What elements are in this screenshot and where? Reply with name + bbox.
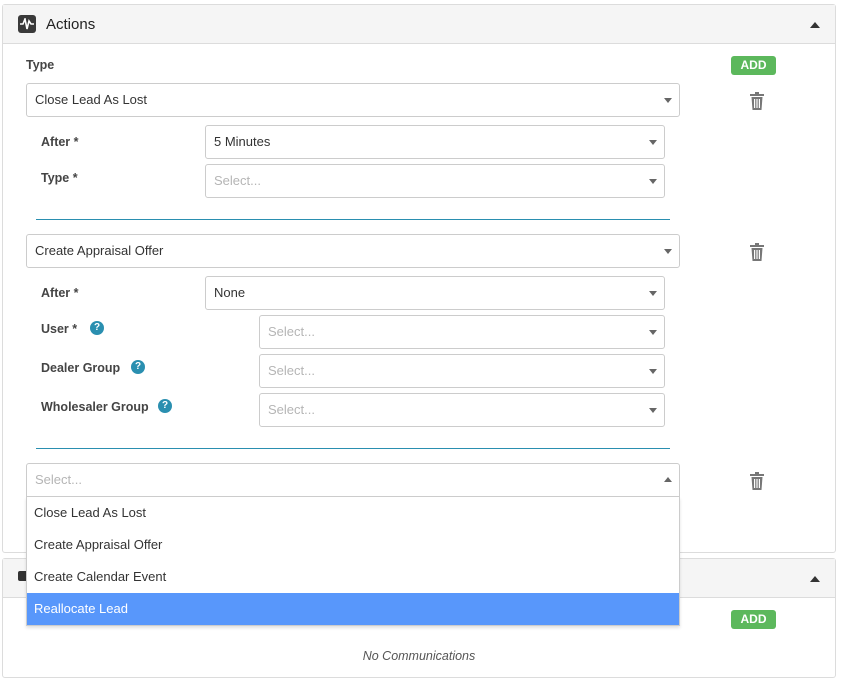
caret-down-icon (649, 330, 657, 335)
dropdown-option-create-appraisal[interactable]: Create Appraisal Offer (27, 529, 679, 561)
action-type-select-2[interactable]: Create Appraisal Offer (26, 234, 680, 268)
no-communications-text: No Communications (362, 649, 476, 663)
wholesaler-group-label: Wholesaler Group (41, 400, 149, 414)
actions-panel-header[interactable]: Actions (3, 5, 835, 44)
after-label: After * (41, 135, 79, 149)
action-type-dropdown: Close Lead As Lost Create Appraisal Offe… (26, 497, 680, 626)
caret-down-icon (649, 140, 657, 145)
activity-icon (18, 15, 36, 33)
action-type-select-1[interactable]: Close Lead As Lost (26, 83, 680, 117)
action-type-value: Create Appraisal Offer (35, 243, 164, 258)
wholesaler-group-placeholder: Select... (268, 402, 315, 417)
trash-icon[interactable] (750, 243, 764, 261)
question-icon[interactable]: ? (90, 321, 104, 335)
dealer-group-select[interactable]: Select... (259, 354, 665, 388)
action-type-placeholder: Select... (35, 472, 82, 487)
question-icon[interactable]: ? (131, 360, 145, 374)
dropdown-option-create-calendar-event[interactable]: Create Calendar Event (27, 561, 679, 593)
dealer-group-label: Dealer Group (41, 361, 121, 375)
trash-icon[interactable] (750, 472, 764, 490)
type-field-label: Type * (41, 171, 78, 185)
caret-down-icon (664, 98, 672, 103)
caret-down-icon (649, 179, 657, 184)
dropdown-option-close-lead[interactable]: Close Lead As Lost (27, 497, 679, 529)
row-divider (36, 448, 670, 449)
type-select-1[interactable]: Select... (205, 164, 665, 198)
add-action-button[interactable]: ADD (731, 56, 776, 75)
add-communication-button[interactable]: ADD (731, 610, 776, 629)
caret-down-icon (649, 291, 657, 296)
dealer-group-placeholder: Select... (268, 363, 315, 378)
after-value: 5 Minutes (214, 134, 271, 149)
chevron-up-icon[interactable] (810, 22, 820, 28)
dropdown-option-reallocate-lead[interactable]: Reallocate Lead (27, 593, 679, 625)
type-placeholder: Select... (214, 173, 261, 188)
user-label: User * (41, 322, 78, 336)
actions-panel-title: Actions (46, 16, 96, 33)
after-value: None (214, 285, 246, 300)
row-divider (36, 219, 670, 220)
action-type-select-3[interactable]: Select... (26, 463, 680, 497)
caret-up-icon (664, 477, 672, 482)
caret-down-icon (649, 408, 657, 413)
chevron-up-icon[interactable] (810, 576, 820, 582)
question-icon[interactable]: ? (158, 399, 172, 413)
after-select-1[interactable]: 5 Minutes (205, 125, 665, 159)
wholesaler-group-select[interactable]: Select... (259, 393, 665, 427)
after-label: After * (41, 286, 79, 300)
user-select[interactable]: Select... (259, 315, 665, 349)
action-type-value: Close Lead As Lost (35, 92, 148, 107)
after-select-2[interactable]: None (205, 276, 665, 310)
caret-down-icon (649, 369, 657, 374)
caret-down-icon (664, 249, 672, 254)
trash-icon[interactable] (750, 92, 764, 110)
user-placeholder: Select... (268, 324, 315, 339)
type-label: Type (26, 58, 55, 72)
